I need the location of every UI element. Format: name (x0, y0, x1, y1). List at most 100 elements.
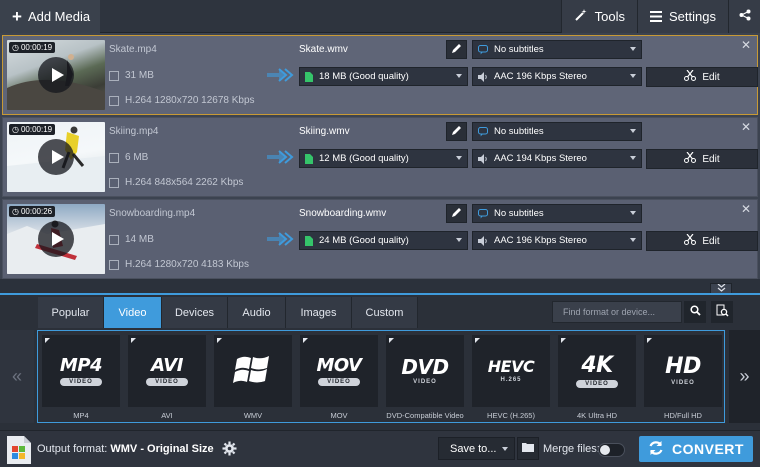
source-size: 6 MB (109, 152, 148, 163)
edit-button[interactable]: Edit (646, 231, 758, 251)
refresh-icon (648, 440, 664, 459)
share-icon (739, 9, 751, 24)
corner-marker-icon (561, 338, 566, 343)
corner-marker-icon (131, 338, 136, 343)
format-label: 4K Ultra HD (576, 411, 617, 420)
add-media-label: Add Media (27, 9, 91, 24)
video-thumbnail[interactable]: ◷ 00:00:26 (7, 204, 105, 274)
device-finder-button[interactable] (711, 301, 733, 323)
add-media-button[interactable]: + Add Media (0, 0, 100, 33)
rename-button[interactable] (446, 40, 467, 59)
format-mov[interactable]: MOV VIDEO (300, 335, 378, 407)
source-filename: Snowboarding.mp4 (109, 208, 196, 219)
scissors-icon (684, 69, 697, 84)
corner-marker-icon (647, 338, 652, 343)
edit-button[interactable]: Edit (646, 149, 758, 169)
settings-button[interactable]: Settings (637, 0, 728, 33)
file-row[interactable]: ◷ 00:00:19 Skiing.mp4 6 MB H.264 848x564 … (2, 117, 758, 197)
output-filename[interactable]: Skate.wmv (299, 44, 348, 55)
subtitles-dropdown[interactable]: No subtitles (472, 122, 642, 141)
file-row[interactable]: ◷ 00:00:26 Snowboarding.mp4 14 MB H.264 1… (2, 199, 758, 279)
tab-audio[interactable]: Audio (228, 297, 286, 328)
windows-logo-icon (233, 351, 273, 392)
output-filename[interactable]: Snowboarding.wmv (299, 208, 386, 219)
corner-marker-icon (475, 338, 480, 343)
chevron-down-icon (630, 74, 636, 78)
folder-icon (522, 442, 534, 455)
video-thumbnail[interactable]: ◷ 00:00:19 (7, 122, 105, 192)
convert-arrow-icon (267, 232, 295, 246)
merge-files-toggle[interactable] (598, 443, 625, 457)
remove-file-button[interactable]: ✕ (741, 202, 751, 216)
bottom-bar: Output format: WMV - Original Size Save … (0, 430, 760, 467)
share-button[interactable] (728, 0, 760, 33)
merge-files-label: Merge files: (543, 443, 600, 455)
audio-dropdown[interactable]: AAC 196 Kbps Stereo (472, 67, 642, 86)
format-label: MP4 (73, 411, 89, 420)
subtitles-dropdown[interactable]: No subtitles (472, 204, 642, 223)
format-label: WMV (243, 411, 263, 420)
top-right-actions: Tools Settings (560, 0, 760, 33)
format-mp4[interactable]: MP4 VIDEO (42, 335, 120, 407)
pencil-icon (451, 43, 462, 57)
play-button[interactable] (38, 221, 74, 257)
output-format-icon[interactable] (7, 436, 31, 464)
format-search-input[interactable]: Find format or device... (552, 301, 682, 323)
remove-file-button[interactable]: ✕ (741, 120, 751, 134)
play-button[interactable] (38, 57, 74, 93)
tab-images[interactable]: Images (286, 297, 352, 328)
hamburger-icon (650, 9, 663, 25)
format-hevc[interactable]: HEVC H.265 (472, 335, 550, 407)
video-thumbnail[interactable]: ◷ 00:00:19 (7, 40, 105, 110)
subtitles-dropdown[interactable]: No subtitles (472, 40, 642, 59)
tools-label: Tools (594, 9, 626, 24)
save-to-dropdown[interactable]: Save to... (438, 437, 515, 460)
chevron-down-icon (630, 211, 636, 215)
output-size-dropdown[interactable]: 24 MB (Good quality) (299, 231, 468, 250)
source-filename: Skiing.mp4 (109, 126, 159, 137)
film-icon (109, 95, 119, 106)
file-icon (305, 71, 313, 82)
format-tabs: Popular Video Devices Audio Images Custo… (38, 297, 418, 328)
search-button[interactable] (684, 301, 706, 323)
format-dvd[interactable]: DVD VIDEO (386, 335, 464, 407)
audio-dropdown[interactable]: AAC 196 Kbps Stereo (472, 231, 642, 250)
output-size-dropdown[interactable]: 12 MB (Good quality) (299, 149, 468, 168)
remove-file-button[interactable]: ✕ (741, 38, 751, 52)
format-hd[interactable]: HD VIDEO (644, 335, 722, 407)
rename-button[interactable] (446, 204, 467, 223)
audio-dropdown[interactable]: AAC 194 Kbps Stereo (472, 149, 642, 168)
output-size-dropdown[interactable]: 18 MB (Good quality) (299, 67, 468, 86)
file-row[interactable]: ◷ 00:00:19 Skate.mp4 31 MB H.264 1280x720… (2, 35, 758, 115)
source-size: 14 MB (109, 234, 154, 245)
clock-icon: ◷ (12, 207, 19, 216)
tab-devices[interactable]: Devices (162, 297, 228, 328)
speaker-icon (478, 235, 488, 246)
file-size-icon (109, 152, 119, 163)
tab-popular[interactable]: Popular (38, 297, 104, 328)
tab-custom[interactable]: Custom (352, 297, 418, 328)
speech-bubble-icon (478, 126, 488, 137)
formats-prev-button[interactable]: « (0, 330, 34, 423)
convert-button[interactable]: CONVERT (639, 436, 753, 462)
format-panel: Popular Video Devices Audio Images Custo… (0, 293, 760, 430)
formats-next-button[interactable]: » (729, 330, 760, 423)
chevron-down-icon (630, 156, 636, 160)
chevron-down-icon (630, 238, 636, 242)
open-folder-button[interactable] (517, 437, 539, 460)
play-button[interactable] (38, 139, 74, 175)
tab-video[interactable]: Video (104, 297, 162, 328)
rename-button[interactable] (446, 122, 467, 141)
corner-marker-icon (45, 338, 50, 343)
output-settings-button[interactable] (222, 441, 237, 459)
format-wmv[interactable] (214, 335, 292, 407)
output-format-text: Output format: WMV - Original Size (37, 443, 214, 455)
source-codec-info: H.264 848x564 2262 Kbps (109, 177, 243, 188)
tools-button[interactable]: Tools (560, 0, 638, 33)
file-icon (305, 235, 313, 246)
edit-button[interactable]: Edit (646, 67, 758, 87)
output-filename[interactable]: Skiing.wmv (299, 126, 350, 137)
format-4k[interactable]: 4K VIDEO (558, 335, 636, 407)
format-avi[interactable]: AVI VIDEO (128, 335, 206, 407)
speaker-icon (478, 153, 488, 164)
